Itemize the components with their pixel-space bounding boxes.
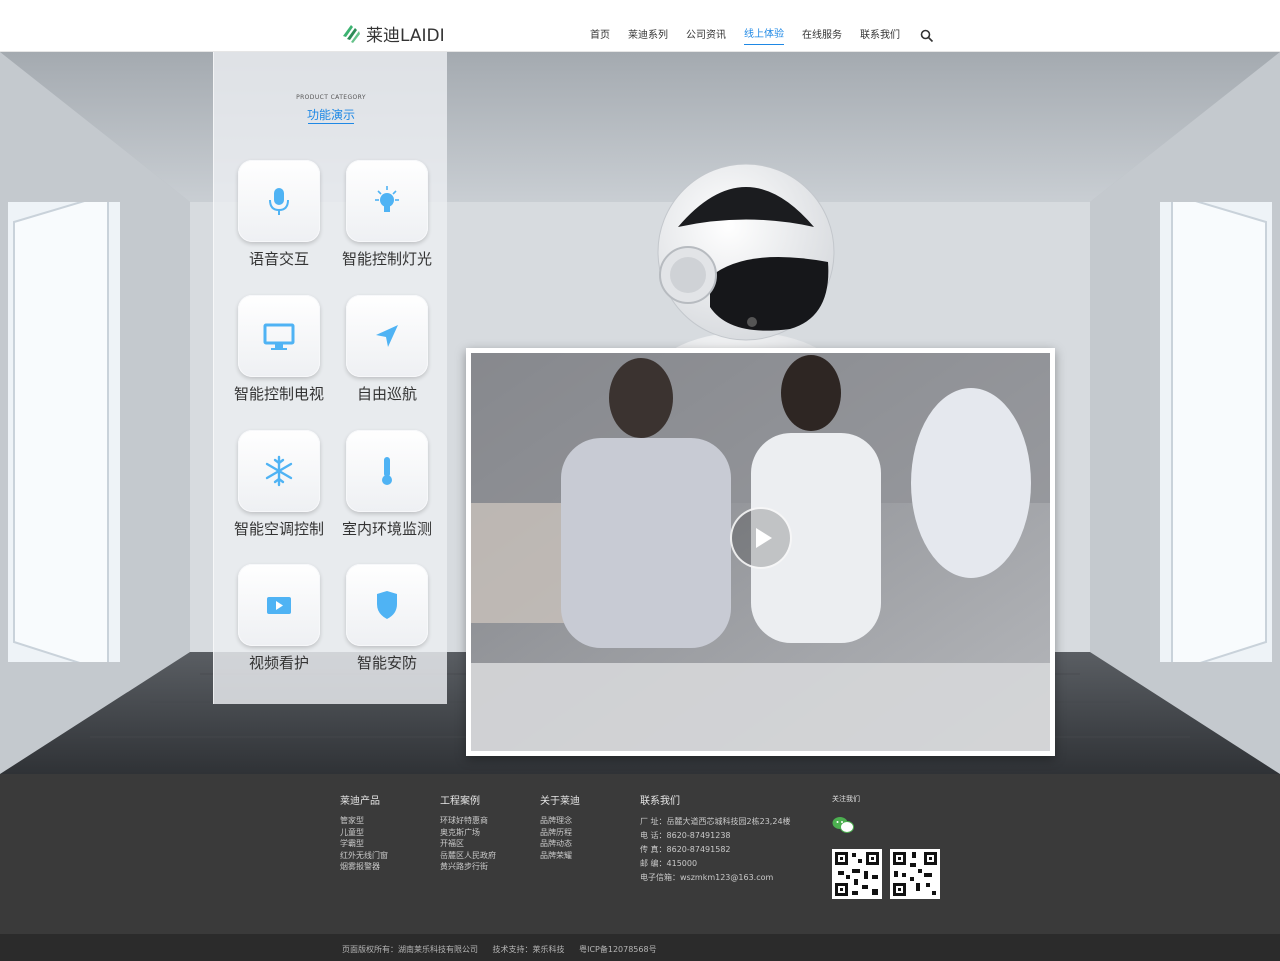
function-free-cruise[interactable]: 自由巡航 <box>322 295 432 415</box>
function-label: 室内环境监测 <box>341 520 432 538</box>
footer-link[interactable]: 烟雾报警器 <box>340 861 388 873</box>
nav-item-online-service[interactable]: 在线服务 <box>802 27 842 45</box>
play-icon[interactable] <box>730 507 792 569</box>
nav-item-news[interactable]: 公司资讯 <box>686 27 726 45</box>
category-panel: PRODUCT CATEGORY 功能演示 语音交互 智能控制灯光 智能控制电视… <box>213 52 447 704</box>
function-video-care[interactable]: 视频看护 <box>214 564 324 684</box>
contact-email: 电子信箱：wszmkm123@163.com <box>640 873 774 882</box>
nav-item-home[interactable]: 首页 <box>590 27 610 45</box>
footer-link[interactable]: 黄兴路步行街 <box>440 861 496 873</box>
footer-link[interactable]: 岳麓区人民政府 <box>440 850 496 862</box>
panel-title-underline <box>308 123 354 124</box>
contact-postcode: 邮 编：415000 <box>640 859 698 868</box>
function-light-control[interactable]: 智能控制灯光 <box>322 160 432 280</box>
right-window <box>1160 202 1272 662</box>
thermometer-icon <box>382 457 392 485</box>
contact-fax: 传 真：8620-87491582 <box>640 845 731 854</box>
footer-link[interactable]: 儿童型 <box>340 827 388 839</box>
contact-address: 厂 址：岳麓大道西芯城科技园2栋23,24楼 <box>640 817 791 826</box>
room-scene: PRODUCT CATEGORY 功能演示 语音交互 智能控制灯光 智能控制电视… <box>0 52 1280 774</box>
main-nav: 首页 莱迪系列 公司资讯 线上体验 在线服务 联系我们 <box>590 26 934 45</box>
navigation-arrow-icon <box>376 325 398 347</box>
left-window <box>8 202 120 662</box>
footer-col-title: 工程案例 <box>440 796 480 807</box>
copyright-support: 技术支持：莱乐科技 <box>492 945 565 954</box>
shield-icon <box>377 591 397 619</box>
logo-mark-icon <box>343 25 360 43</box>
function-ac-control[interactable]: 智能空调控制 <box>214 430 324 550</box>
footer-link[interactable]: 开福区 <box>440 838 496 850</box>
footer-link[interactable]: 品牌理念 <box>540 815 580 827</box>
footer-link[interactable]: 品牌历程 <box>540 827 580 839</box>
function-environment-monitor[interactable]: 室内环境监测 <box>322 430 432 550</box>
qr-code-2 <box>890 849 940 899</box>
footer-link[interactable]: 学霸型 <box>340 838 388 850</box>
footer-link[interactable]: 环球好特惠商 <box>440 815 496 827</box>
site-header: 莱迪LAIDI 首页 莱迪系列 公司资讯 线上体验 在线服务 联系我们 <box>0 0 1280 52</box>
logo[interactable]: 莱迪LAIDI <box>340 20 445 46</box>
function-label: 自由巡航 <box>356 385 417 403</box>
demo-video[interactable] <box>466 348 1055 756</box>
wechat-icon[interactable] <box>832 816 854 834</box>
function-label: 智能安防 <box>356 654 417 672</box>
footer-link[interactable]: 奥克斯广场 <box>440 827 496 839</box>
qr-code-1 <box>832 849 882 899</box>
footer-link[interactable]: 品牌荣耀 <box>540 850 580 862</box>
footer-col-cases: 工程案例 环球好特惠商 奥克斯广场 开福区 岳麓区人民政府 黄兴路步行街 <box>440 792 496 873</box>
microphone-icon <box>269 188 289 215</box>
nav-item-contact[interactable]: 联系我们 <box>860 27 900 45</box>
footer-col-products: 莱迪产品 管家型 儿童型 学霸型 红外无线门窗 烟雾报警器 <box>340 792 388 873</box>
lightbulb-icon <box>375 186 399 212</box>
search-icon[interactable] <box>920 29 934 43</box>
logo-text: 莱迪LAIDI <box>366 25 445 46</box>
function-security[interactable]: 智能安防 <box>322 564 432 684</box>
copyright-owner: 页面版权所有：湖南莱乐科技有限公司 <box>342 945 478 954</box>
monitor-icon <box>263 323 295 350</box>
video-play-icon <box>267 597 291 614</box>
footer-link[interactable]: 红外无线门窗 <box>340 850 388 862</box>
follow-title: 关注我们 <box>832 795 860 803</box>
footer-col-title: 莱迪产品 <box>340 796 380 807</box>
function-voice-interaction[interactable]: 语音交互 <box>214 160 324 280</box>
footer-col-follow: 关注我们 <box>832 794 860 804</box>
panel-title-en: PRODUCT CATEGORY <box>296 94 366 101</box>
copyright-text: 页面版权所有：湖南莱乐科技有限公司 技术支持：莱乐科技 粤ICP备1207856… <box>342 944 669 955</box>
function-tv-control[interactable]: 智能控制电视 <box>214 295 324 415</box>
footer-col-title: 联系我们 <box>640 796 680 807</box>
copyright-icp[interactable]: 粤ICP备12078568号 <box>579 945 657 954</box>
video-frame <box>471 353 1050 751</box>
nav-item-series[interactable]: 莱迪系列 <box>628 27 668 45</box>
footer-col-about: 关于莱迪 品牌理念 品牌历程 品牌动态 品牌荣耀 <box>540 792 580 861</box>
function-label: 智能控制灯光 <box>341 250 432 268</box>
footer-link[interactable]: 品牌动态 <box>540 838 580 850</box>
nav-item-online-experience[interactable]: 线上体验 <box>744 26 784 45</box>
footer-col-contact: 联系我们 厂 址：岳麓大道西芯城科技园2栋23,24楼 电 话：8620-874… <box>640 792 791 885</box>
panel-title-cn: 功能演示 <box>306 108 355 122</box>
contact-phone: 电 话：8620-87491238 <box>640 831 731 840</box>
snowflake-icon <box>265 455 293 487</box>
footer-link[interactable]: 管家型 <box>340 815 388 827</box>
footer-col-title: 关于莱迪 <box>540 796 580 807</box>
